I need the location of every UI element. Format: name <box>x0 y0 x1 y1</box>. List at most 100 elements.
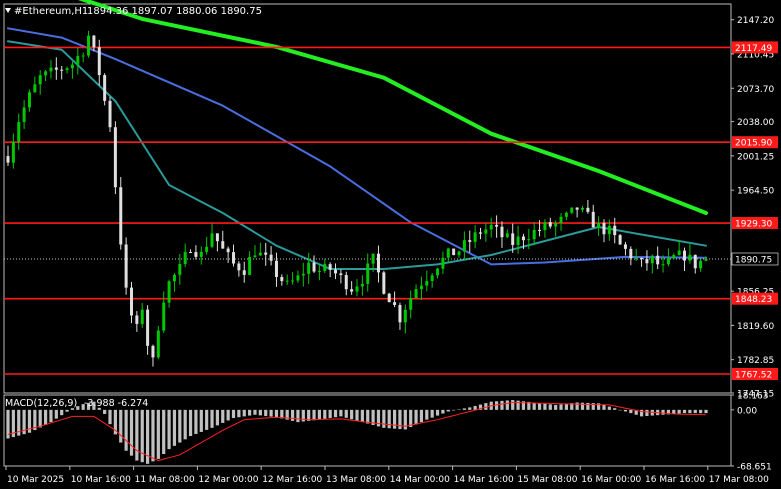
candle-body <box>597 222 601 228</box>
macd-bar <box>253 409 257 415</box>
macd-bar <box>366 409 370 424</box>
x-tick-label: 13 Mar 08:00 <box>326 475 386 485</box>
candle-body <box>269 254 273 261</box>
macd-bar <box>430 409 434 418</box>
candle-body <box>511 233 515 245</box>
level-price-label: 1929.30 <box>735 220 772 230</box>
candle-body <box>666 258 670 265</box>
candle-body <box>274 260 278 277</box>
macd-bar <box>333 409 338 418</box>
macd-bar <box>269 409 273 417</box>
candle-body <box>194 252 198 257</box>
candle-body <box>387 293 391 303</box>
candle-body <box>602 222 606 235</box>
candle-body <box>65 68 69 71</box>
candle-body <box>97 47 101 76</box>
candle-body <box>350 289 354 292</box>
candle-body <box>382 272 386 294</box>
macd-bar <box>119 409 123 443</box>
candle-body <box>167 281 171 303</box>
macd-bar <box>65 409 69 412</box>
candle-body <box>156 330 160 358</box>
macd-bar <box>162 409 166 455</box>
macd-bar <box>350 409 354 420</box>
macd-bar <box>103 409 107 414</box>
macd-bar <box>414 409 418 425</box>
candle-body <box>296 275 300 281</box>
candle-body <box>430 275 434 282</box>
candle-body <box>677 250 681 255</box>
macd-bar <box>516 400 520 410</box>
candle-body <box>312 262 316 272</box>
candle-body <box>607 225 611 235</box>
candle-body <box>328 264 332 270</box>
candle-body <box>656 255 660 265</box>
macd-bar <box>505 400 509 410</box>
macd-bar <box>645 409 649 416</box>
candle-body <box>623 244 627 249</box>
macd-bar <box>355 409 359 421</box>
candle-body <box>199 251 203 257</box>
x-tick-label: 15 Mar 08:00 <box>517 475 577 485</box>
level-price-label: 2015.90 <box>735 139 772 149</box>
candle-body <box>135 315 139 324</box>
candle-body <box>478 232 482 234</box>
candle-body <box>661 264 665 266</box>
macd-bar <box>462 408 466 410</box>
x-tick-label: 16 Mar 00:00 <box>581 475 641 485</box>
x-tick-label: 14 Mar 00:00 <box>390 475 450 485</box>
candle-body <box>11 141 15 163</box>
macd-bar <box>339 409 343 417</box>
macd-bar <box>419 409 424 423</box>
macd-bar <box>296 409 300 423</box>
candle-body <box>640 258 644 260</box>
macd-bar <box>312 409 316 421</box>
y-tick-label: 2147.20 <box>737 16 774 26</box>
macd-bar <box>323 409 327 419</box>
macd-bar <box>387 409 391 429</box>
macd-bar <box>167 409 171 450</box>
candle-body <box>672 254 676 259</box>
level-price-label: 1767.52 <box>735 370 772 380</box>
macd-bar <box>54 409 58 419</box>
macd-bar <box>559 404 563 410</box>
macd-bar <box>344 409 348 418</box>
macd-bar <box>290 409 295 421</box>
macd-bar <box>108 409 112 425</box>
x-tick-label: 12 Mar 16:00 <box>262 475 322 485</box>
macd-bar <box>688 409 692 414</box>
candle-body <box>87 35 91 56</box>
candle-body <box>548 222 552 227</box>
candle-body <box>436 268 440 276</box>
candle-body <box>414 289 418 299</box>
candle-body <box>140 309 144 324</box>
candle-body <box>393 302 397 305</box>
macd-bar <box>618 409 622 411</box>
candle-body <box>500 226 504 238</box>
macd-bar <box>205 409 209 430</box>
macd-bar <box>446 409 450 412</box>
macd-bar <box>425 409 429 420</box>
trading-chart[interactable]: 2147.202110.452073.702038.002001.251964.… <box>0 0 781 489</box>
macd-bar <box>60 409 64 416</box>
candle-body <box>618 235 622 245</box>
macd-bar <box>183 409 187 440</box>
candle-body <box>27 92 31 108</box>
candle-body <box>70 64 74 69</box>
candle-body <box>575 207 579 210</box>
candle-body <box>124 244 128 288</box>
x-tick-label: 17 Mar 08:00 <box>709 475 769 485</box>
macd-bar <box>172 409 177 446</box>
candle-body <box>403 309 407 323</box>
candle-body <box>129 287 133 316</box>
macd-bar <box>435 409 440 416</box>
candle-body <box>489 224 493 230</box>
candle-body <box>462 240 466 252</box>
candle-body <box>38 75 42 85</box>
candle-body <box>613 225 617 236</box>
candle-body <box>258 252 262 256</box>
candle-body <box>189 252 193 254</box>
candle-body <box>371 253 375 264</box>
macd-bar <box>699 409 703 414</box>
level-price-label: 2117.49 <box>735 44 772 54</box>
